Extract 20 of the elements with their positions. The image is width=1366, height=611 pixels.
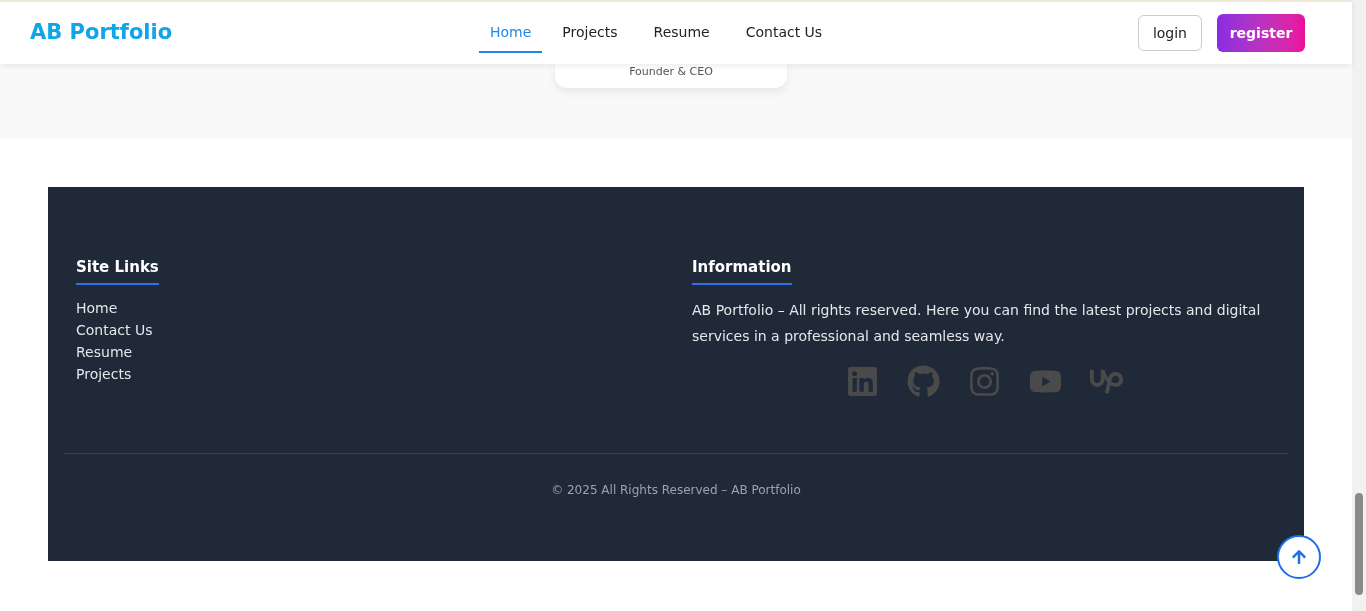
section-heading: Site Links xyxy=(76,256,159,285)
nav-link[interactable]: Contact Us xyxy=(729,13,839,53)
linkedin-icon[interactable] xyxy=(846,364,879,398)
login-button[interactable]: login xyxy=(1137,15,1202,51)
register-button[interactable]: register xyxy=(1217,14,1305,52)
copyright-text: © 2025 All Rights Reserved – AB Portfolio xyxy=(551,482,801,499)
instagram-icon[interactable] xyxy=(968,364,1001,398)
footer-link[interactable]: Resume xyxy=(76,340,133,363)
github-icon[interactable] xyxy=(907,364,940,398)
footer-link[interactable]: Contact Us xyxy=(76,318,153,341)
scroll-top-button[interactable] xyxy=(1277,535,1321,579)
footer-link[interactable]: Projects xyxy=(76,362,132,385)
section-heading: Information xyxy=(692,256,792,285)
footer-link[interactable]: Home xyxy=(76,296,118,319)
nav-link[interactable]: Resume xyxy=(637,13,726,53)
nav-link[interactable]: Home xyxy=(479,13,543,53)
arrow-up-icon xyxy=(1291,549,1307,565)
card-role: Founder & CEO xyxy=(629,64,713,80)
nav-link[interactable]: Projects xyxy=(546,13,634,53)
info-paragraph: AB Portfolio – All rights reserved. Here you can find the latest projects and digital services in a professional and seamless way. xyxy=(692,300,1262,346)
